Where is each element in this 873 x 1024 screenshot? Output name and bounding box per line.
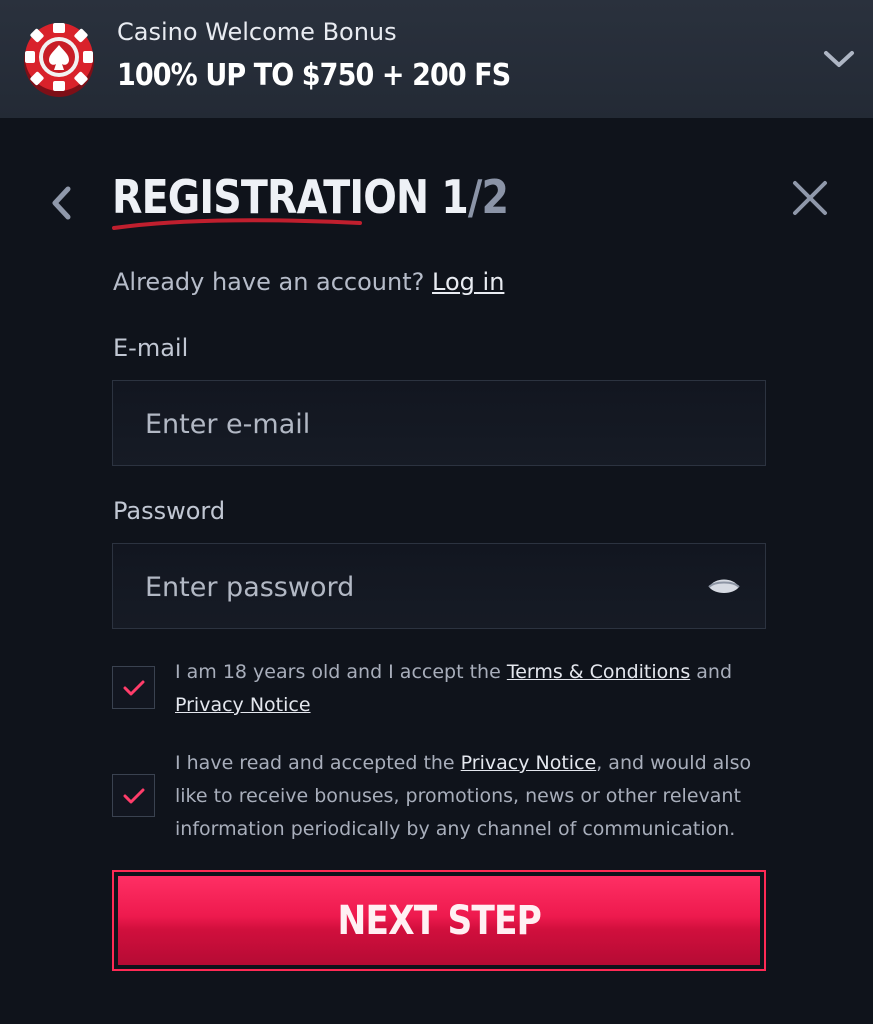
banner-offer: 100% UP TO $750 + 200 FS xyxy=(117,58,511,93)
password-label: Password xyxy=(113,497,226,525)
next-step-button-face: NEXT STEP xyxy=(118,876,760,965)
email-field[interactable] xyxy=(143,381,687,467)
login-prompt: Already have an account? Log in xyxy=(113,268,504,296)
privacy-notice-link[interactable]: Privacy Notice xyxy=(175,694,311,716)
poker-chip-icon xyxy=(24,23,94,97)
marketing-text-1: I have read and accepted the xyxy=(175,752,461,774)
marketing-consent-checkbox[interactable] xyxy=(112,774,155,817)
checkmark-icon xyxy=(123,680,145,696)
age-terms-text: I am 18 years old and I accept the Terms… xyxy=(175,656,755,722)
age-terms-checkbox[interactable] xyxy=(112,666,155,709)
next-step-label: NEXT STEP xyxy=(337,897,541,944)
chevron-down-icon[interactable] xyxy=(822,46,856,72)
show-password-eye-icon[interactable] xyxy=(707,573,741,599)
password-field-container xyxy=(112,543,766,630)
close-icon[interactable] xyxy=(790,178,830,218)
next-step-button[interactable]: NEXT STEP xyxy=(112,870,766,971)
terms-conditions-link[interactable]: Terms & Conditions xyxy=(507,661,690,683)
email-label: E-mail xyxy=(113,334,189,362)
email-field-container xyxy=(112,380,766,467)
marketing-consent-text: I have read and accepted the Privacy Not… xyxy=(175,747,755,846)
welcome-bonus-banner[interactable]: Casino Welcome Bonus 100% UP TO $750 + 2… xyxy=(0,0,873,118)
login-prompt-text: Already have an account? xyxy=(113,268,425,296)
banner-title: Casino Welcome Bonus xyxy=(117,18,397,46)
checkmark-icon xyxy=(123,788,145,804)
privacy-notice-link-2[interactable]: Privacy Notice xyxy=(461,752,597,774)
password-field[interactable] xyxy=(143,544,687,630)
age-terms-text-1: I am 18 years old and I accept the xyxy=(175,661,507,683)
login-link[interactable]: Log in xyxy=(432,268,504,296)
title-total: /2 xyxy=(467,170,509,224)
age-terms-text-2: and xyxy=(690,661,733,683)
title-underline-decoration xyxy=(112,218,362,230)
back-arrow-icon[interactable] xyxy=(48,184,76,222)
